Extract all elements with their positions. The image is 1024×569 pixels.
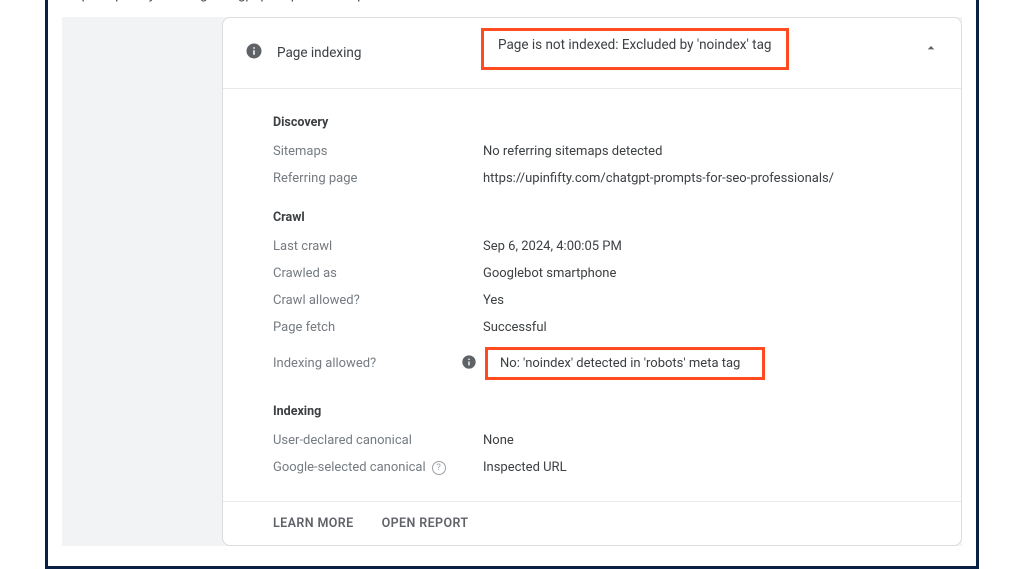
- learn-more-link[interactable]: LEARN MORE: [273, 516, 354, 531]
- label-crawled-as: Crawled as: [273, 266, 483, 281]
- info-icon: [245, 42, 263, 64]
- value-indexing-allowed: No: 'noindex' detected in 'robots' meta …: [500, 356, 740, 371]
- row-crawled-as: Crawled as Googlebot smartphone: [273, 260, 939, 287]
- label-last-crawl: Last crawl: [273, 239, 483, 254]
- label-page-fetch: Page fetch: [273, 320, 483, 335]
- info-icon: [461, 354, 477, 374]
- label-sitemaps: Sitemaps: [273, 144, 483, 159]
- row-last-crawl: Last crawl Sep 6, 2024, 4:00:05 PM: [273, 233, 939, 260]
- value-crawl-allowed: Yes: [483, 293, 504, 308]
- open-report-link[interactable]: OPEN REPORT: [382, 516, 469, 531]
- value-crawled-as: Googlebot smartphone: [483, 266, 616, 281]
- row-sitemaps: Sitemaps No referring sitemaps detected: [273, 138, 939, 165]
- label-crawl-allowed: Crawl allowed?: [273, 293, 483, 308]
- card-title: Page indexing: [277, 45, 487, 61]
- row-user-canonical: User-declared canonical None: [273, 427, 939, 454]
- value-page-fetch: Successful: [483, 320, 547, 335]
- discovery-heading: Discovery: [273, 115, 939, 130]
- value-referring-page: https://upinfifty.com/chatgpt-prompts-fo…: [483, 171, 834, 186]
- page-indexing-card: Page indexing Page is not indexed: Exclu…: [222, 17, 962, 546]
- value-user-canonical: None: [483, 433, 514, 448]
- annotation-box-status: Page is not indexed: Excluded by 'noinde…: [481, 28, 789, 70]
- value-last-crawl: Sep 6, 2024, 4:00:05 PM: [483, 239, 622, 254]
- indexing-heading: Indexing: [273, 404, 939, 419]
- value-sitemaps: No referring sitemaps detected: [483, 144, 662, 159]
- card-header[interactable]: Page indexing Page is not indexed: Exclu…: [223, 18, 961, 89]
- url-display: https://upinfifty.com/tag/chatgpt-prompt…: [62, 0, 962, 15]
- row-referring-page: Referring page https://upinfifty.com/cha…: [273, 165, 939, 192]
- outer-frame: https://upinfifty.com/tag/chatgpt-prompt…: [45, 0, 979, 569]
- value-google-canonical: Inspected URL: [483, 460, 567, 475]
- panel-background: Page indexing Page is not indexed: Exclu…: [62, 17, 962, 546]
- row-page-fetch: Page fetch Successful: [273, 314, 939, 341]
- label-indexing-allowed: Indexing allowed?: [273, 356, 483, 371]
- crawl-heading: Crawl: [273, 210, 939, 225]
- row-crawl-allowed: Crawl allowed? Yes: [273, 287, 939, 314]
- help-icon[interactable]: ?: [432, 461, 446, 475]
- label-referring-page: Referring page: [273, 171, 483, 186]
- annotation-box-indexing: No: 'noindex' detected in 'robots' meta …: [485, 347, 765, 380]
- row-indexing-allowed: Indexing allowed? No: 'noindex' detected…: [273, 341, 939, 386]
- card-footer: LEARN MORE OPEN REPORT: [223, 501, 961, 545]
- indexing-status: Page is not indexed: Excluded by 'noinde…: [498, 37, 772, 53]
- chevron-up-icon[interactable]: [923, 40, 939, 60]
- label-user-canonical: User-declared canonical: [273, 433, 483, 448]
- label-google-canonical: Google-selected canonical ?: [273, 460, 483, 475]
- row-google-canonical: Google-selected canonical ? Inspected UR…: [273, 454, 939, 481]
